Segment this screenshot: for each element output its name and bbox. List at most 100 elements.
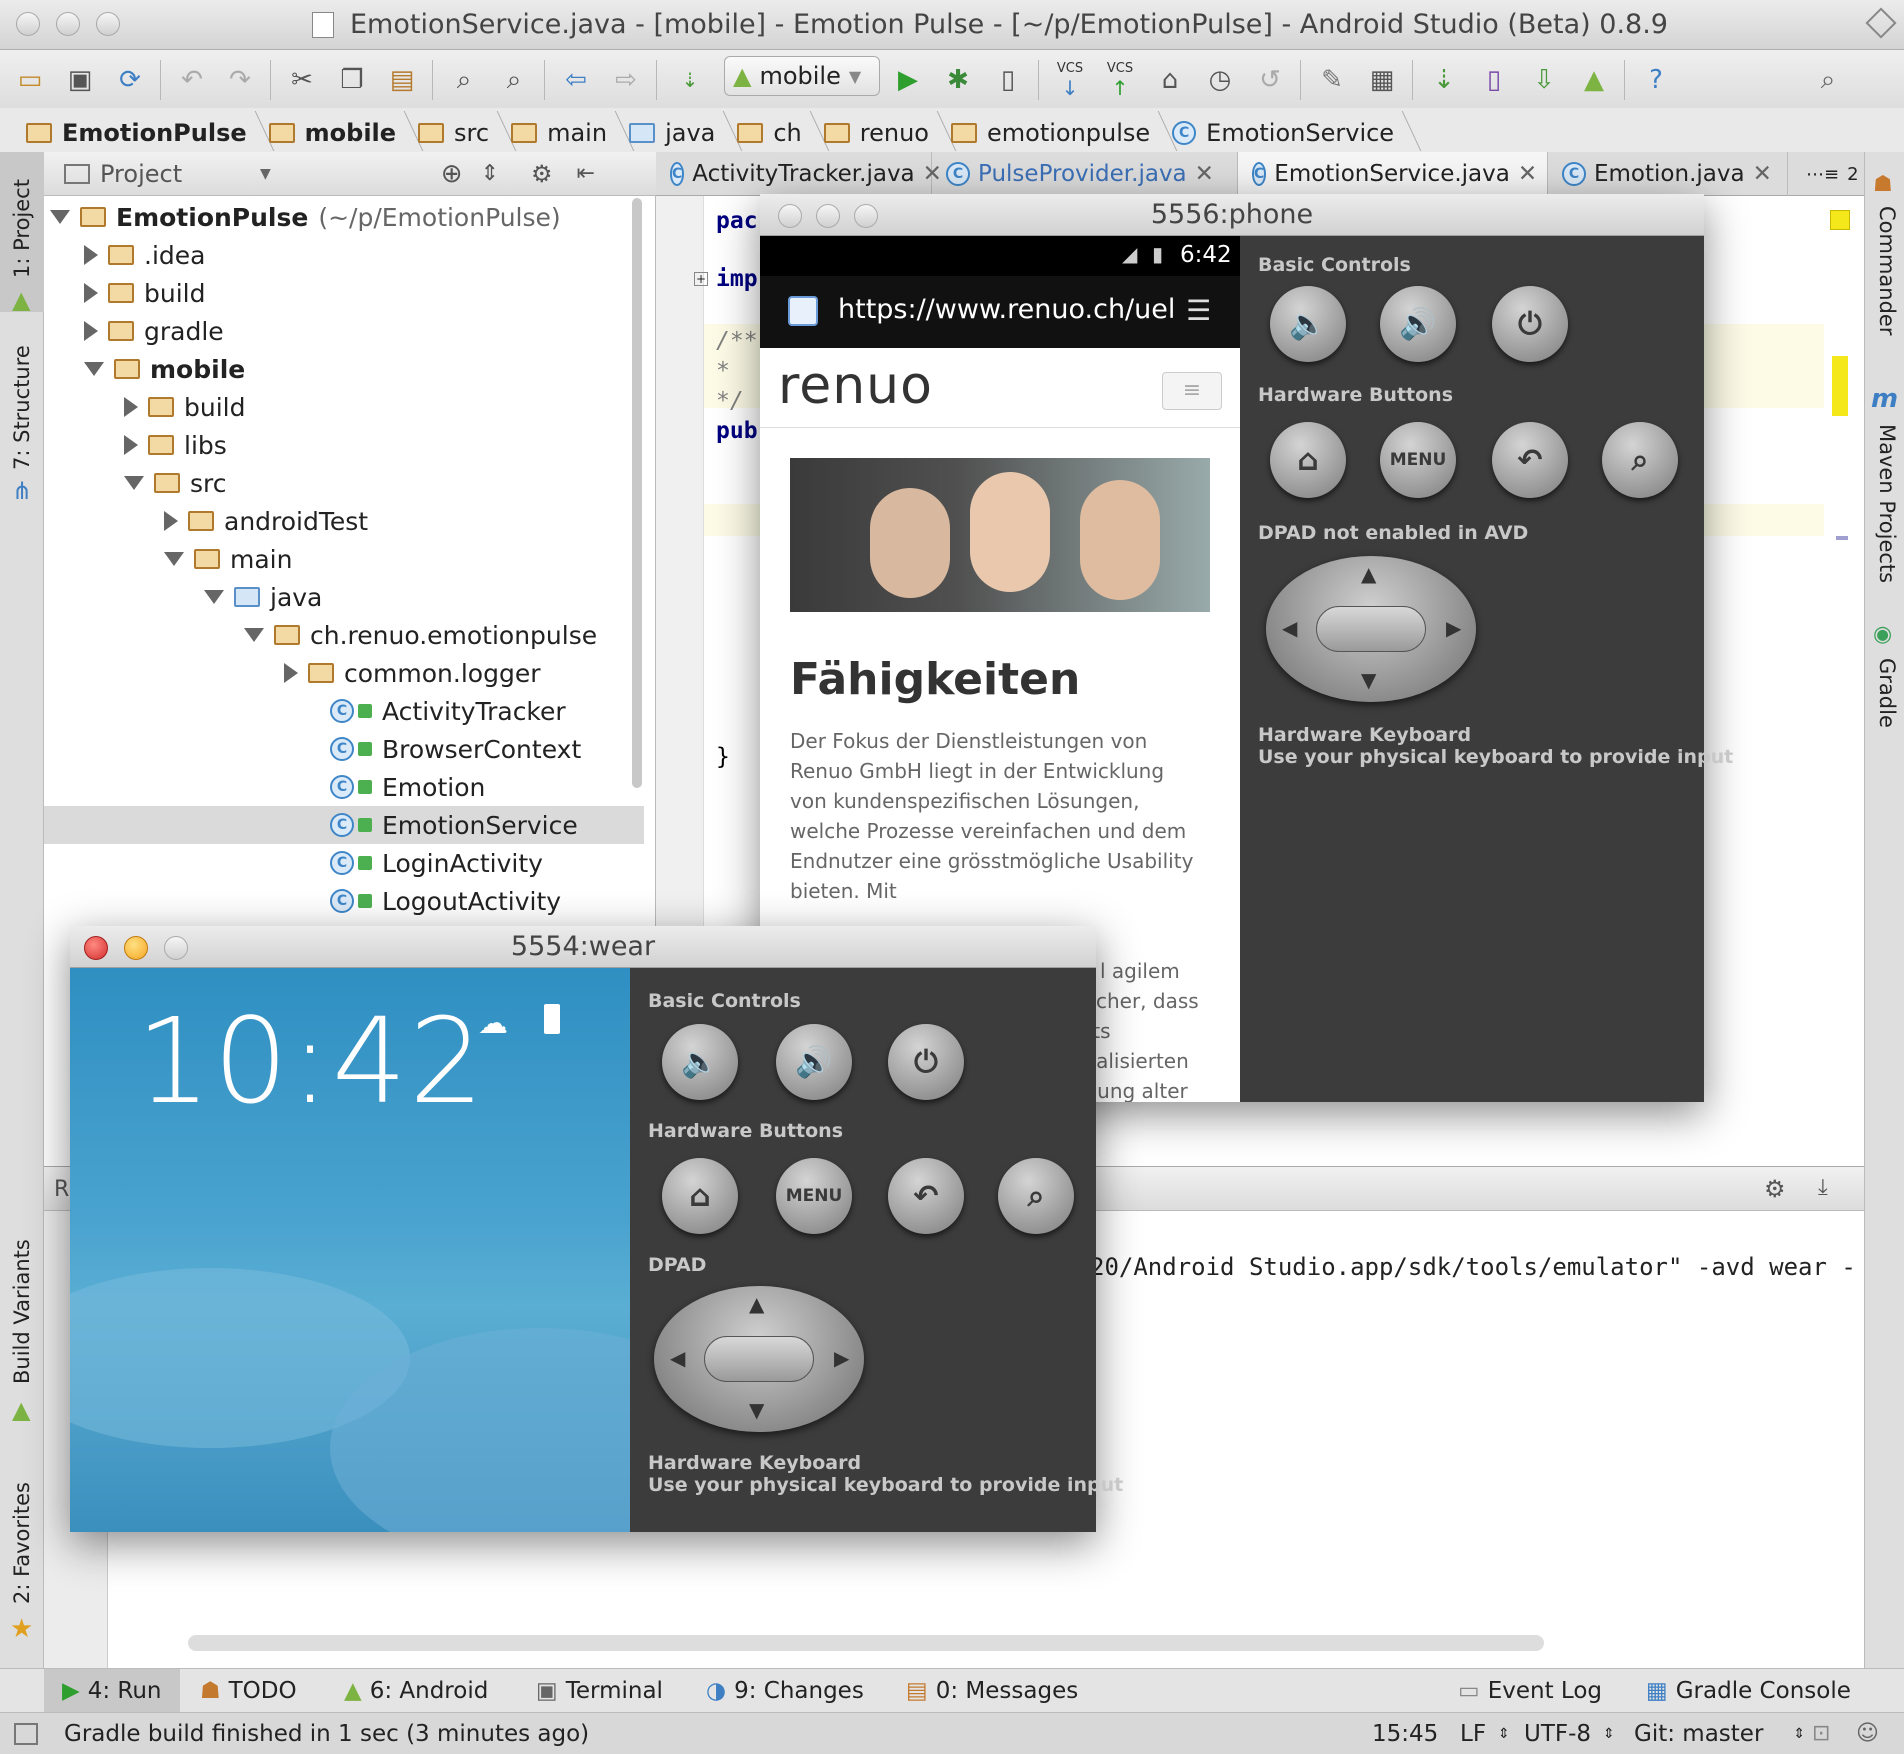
inspection-indicator[interactable] [1830, 210, 1850, 230]
power-button[interactable]: ⏻ [888, 1024, 964, 1100]
volume-up-button[interactable]: 🔊 [776, 1024, 852, 1100]
zoom-window-button[interactable] [96, 12, 120, 36]
tool-tab-favorites[interactable]: 2: Favorites [10, 1482, 34, 1604]
search-button[interactable]: ⌕ [1602, 422, 1678, 498]
replace-icon[interactable]: ⌕ [496, 62, 532, 98]
gear-icon[interactable]: ⚙ [1764, 1175, 1786, 1203]
find-icon[interactable]: ⌕ [446, 62, 482, 98]
tree-item-root[interactable]: EmotionPulse (~/p/EmotionPulse) [44, 198, 644, 236]
close-window-button[interactable] [84, 936, 108, 960]
zoom-window-button[interactable] [164, 936, 188, 960]
tool-tab-android[interactable]: ▲ 6: Android [344, 1669, 488, 1713]
tab-pulseprovider[interactable]: C PulseProvider.java ✕ [932, 152, 1238, 196]
compare-icon[interactable]: ⌂ [1152, 62, 1188, 98]
dpad-center[interactable] [704, 1336, 814, 1382]
tab-overflow[interactable]: ⋯≡ 2 [1802, 152, 1864, 196]
sync-icon[interactable]: ⟳ [112, 62, 148, 98]
crumb-renuo[interactable]: renuo [820, 119, 947, 147]
tool-tab-terminal[interactable]: ▣ Terminal [536, 1669, 663, 1713]
git-branch-select[interactable]: Git: master ⇕ [1634, 1713, 1805, 1754]
crumb-java[interactable]: java [625, 119, 733, 147]
crumb-emotionpulse-pkg[interactable]: emotionpulse [947, 119, 1168, 147]
attach-debugger-icon[interactable]: ▯ [990, 62, 1026, 98]
volume-up-button[interactable]: 🔊 [1380, 286, 1456, 362]
lock-icon[interactable]: ⊡ [1812, 1721, 1830, 1746]
hide-panel-icon[interactable]: ⤓ [1818, 1175, 1828, 1200]
project-structure-icon[interactable]: ▦ [1364, 62, 1400, 98]
cut-icon[interactable]: ✂ [284, 62, 320, 98]
horizontal-scrollbar[interactable] [188, 1635, 1544, 1651]
tree-item-gradle[interactable]: gradle [44, 312, 644, 350]
tree-item-main[interactable]: main [44, 540, 644, 578]
tree-item-package[interactable]: ch.renuo.emotionpulse [44, 616, 644, 654]
tool-tab-gradle[interactable]: Gradle [1875, 658, 1899, 728]
tool-tab-run[interactable]: ▶ 4: Run [44, 1669, 180, 1713]
dpad[interactable]: ▲ ▼ ◀ ▶ [654, 1286, 864, 1432]
tree-item-src[interactable]: src [44, 464, 644, 502]
chevron-down-icon[interactable]: ▼ [260, 166, 271, 182]
back-icon[interactable]: ⇦ [558, 62, 594, 98]
copy-icon[interactable]: ❐ [334, 62, 370, 98]
tab-activitytracker[interactable]: C ActivityTracker.java ✕ [656, 152, 942, 196]
tree-item-common-logger[interactable]: common.logger [44, 654, 644, 692]
tool-tab-maven[interactable]: Maven Projects [1875, 424, 1899, 583]
search-button[interactable]: ⌕ [998, 1158, 1074, 1234]
tree-item-browsercontext[interactable]: C BrowserContext [44, 730, 644, 768]
back-button[interactable]: ↶ [1492, 422, 1568, 498]
tool-tab-changes[interactable]: ◑ 9: Changes [706, 1669, 864, 1713]
scroll-from-source-icon[interactable]: ⊕ [441, 159, 463, 189]
hide-icon[interactable]: ⇤ [577, 161, 595, 186]
crumb-src[interactable]: src [414, 119, 507, 147]
browser-menu-icon[interactable]: ☰ [1186, 294, 1211, 327]
crumb-main[interactable]: main [507, 119, 625, 147]
open-folder-icon[interactable]: ▭ [12, 62, 48, 98]
dpad-center[interactable] [1316, 606, 1426, 652]
avd-manager-icon[interactable]: ▯ [1476, 62, 1512, 98]
revert-icon[interactable]: ↺ [1252, 62, 1288, 98]
redo-icon[interactable]: ↷ [222, 62, 258, 98]
tree-item-emotionservice[interactable]: C EmotionService [44, 806, 644, 844]
tree-item-mobile[interactable]: mobile [44, 350, 644, 388]
menu-button[interactable]: MENU [776, 1158, 852, 1234]
url-text[interactable]: https://www.renuo.ch/uel [838, 294, 1175, 325]
crumb-mobile[interactable]: mobile [265, 119, 414, 147]
inspector-icon[interactable]: ☺ [1856, 1721, 1879, 1746]
tool-tab-build-variants[interactable]: Build Variants [10, 1239, 34, 1384]
save-icon[interactable]: ▣ [62, 62, 98, 98]
run-configuration-select[interactable]: ▲ mobile ▼ [724, 56, 880, 96]
tree-item-logoutactivity[interactable]: C LogoutActivity [44, 882, 644, 920]
minimize-window-button[interactable] [124, 936, 148, 960]
tree-item-java[interactable]: java [44, 578, 644, 616]
tab-emotion[interactable]: C Emotion.java ✕ [1548, 152, 1788, 196]
volume-down-button[interactable]: 🔈 [1270, 286, 1346, 362]
error-stripe-mark[interactable] [1832, 356, 1848, 416]
collapse-all-icon[interactable]: ⇕ [481, 161, 499, 186]
minimize-window-button[interactable] [816, 204, 840, 228]
encoding-select[interactable]: UTF-8 ⇕ [1524, 1713, 1615, 1754]
search-everywhere-icon[interactable]: ⌕ [1810, 62, 1846, 98]
caret-position[interactable]: 15:45 [1372, 1713, 1438, 1754]
tool-tab-commander[interactable]: Commander [1875, 206, 1899, 336]
dpad[interactable]: ▲ ▼ ◀ ▶ [1266, 556, 1476, 702]
home-button[interactable]: ⌂ [662, 1158, 738, 1234]
tool-tab-gradle-console[interactable]: ▦ Gradle Console [1646, 1669, 1851, 1713]
tree-item-idea[interactable]: .idea [44, 236, 644, 274]
tool-tab-project[interactable]: 1: Project [10, 179, 34, 278]
forward-icon[interactable]: ⇨ [608, 62, 644, 98]
tab-emotionservice[interactable]: C EmotionService.java ✕ [1238, 152, 1548, 196]
vcs-commit-icon[interactable]: VCS ↑ [1102, 61, 1138, 100]
paste-icon[interactable]: ▤ [384, 62, 420, 98]
tree-item-libs[interactable]: libs [44, 426, 644, 464]
home-button[interactable]: ⌂ [1270, 422, 1346, 498]
back-button[interactable]: ↶ [888, 1158, 964, 1234]
minimize-window-button[interactable] [56, 12, 80, 36]
scrollbar[interactable] [632, 198, 642, 788]
settings-wrench-icon[interactable]: ✎ [1314, 62, 1350, 98]
undo-icon[interactable]: ↶ [174, 62, 210, 98]
line-separator-select[interactable]: LF ⇕ [1460, 1713, 1510, 1754]
gear-icon[interactable]: ⚙ [531, 160, 553, 188]
tree-item-activitytracker[interactable]: C ActivityTracker [44, 692, 644, 730]
tool-tab-todo[interactable]: ☗ TODO [200, 1669, 297, 1713]
menu-button[interactable]: MENU [1380, 422, 1456, 498]
toggle-tool-windows-icon[interactable] [14, 1723, 38, 1745]
